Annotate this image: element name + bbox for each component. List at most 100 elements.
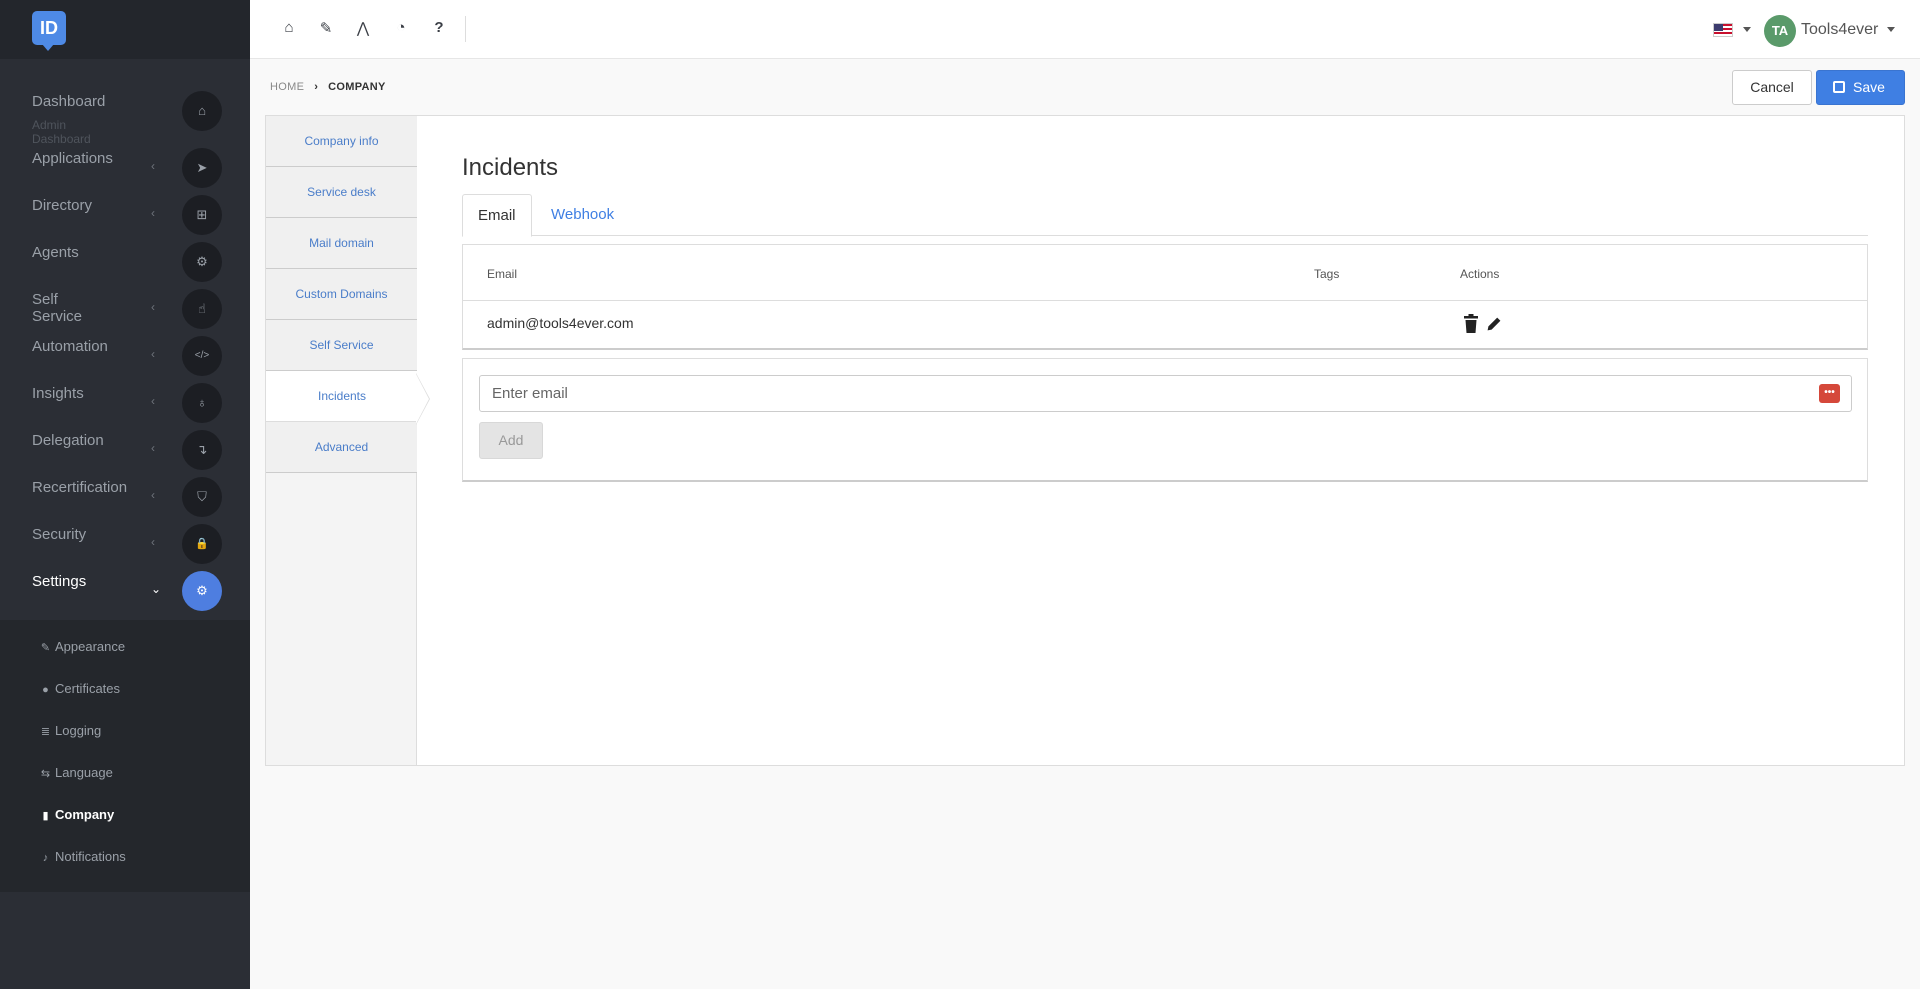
breadcrumb-home[interactable]: HOME bbox=[270, 81, 304, 93]
sidebar-item-label: Applications bbox=[32, 150, 113, 167]
sidebar-item-label: Directory bbox=[32, 197, 93, 214]
lightbulb-icon: ♁ bbox=[182, 383, 222, 423]
breadcrumb-current: COMPANY bbox=[328, 81, 386, 93]
sidebar-item-sublabel: Admin Dashboard bbox=[32, 118, 91, 146]
caret-down-icon[interactable] bbox=[1887, 27, 1895, 32]
home-icon[interactable]: ⌂ bbox=[280, 19, 298, 36]
trash-icon[interactable] bbox=[1463, 314, 1479, 334]
help-icon[interactable]: ? bbox=[430, 19, 448, 36]
save-button[interactable]: Save bbox=[1816, 70, 1905, 105]
save-button-label: Save bbox=[1853, 79, 1885, 95]
column-header-tags: Tags bbox=[1314, 267, 1340, 281]
chevron-left-icon: ‹ bbox=[151, 300, 155, 314]
network-icon[interactable]: ⋀ bbox=[354, 19, 372, 37]
database-icon: ≣ bbox=[40, 726, 51, 738]
chevron-left-icon: ‹ bbox=[151, 206, 155, 220]
email-input[interactable] bbox=[479, 375, 1852, 412]
paintbrush-icon: ✎ bbox=[40, 642, 51, 654]
pie-chart-icon[interactable]: ◔ bbox=[392, 19, 410, 36]
subtab-service-desk[interactable]: Service desk bbox=[266, 167, 417, 218]
incident-tabs: Email Webhook bbox=[462, 194, 1868, 237]
cogs-icon: ⚙ bbox=[182, 242, 222, 282]
subnav-item-company[interactable]: ▮ Company bbox=[40, 807, 114, 822]
settings-subnav: ✎ Appearance ● Certificates ≣ Logging ⇆ Lang… bbox=[0, 620, 250, 892]
subnav-item-notifications[interactable]: ♪ Notifications bbox=[40, 849, 126, 864]
company-settings-panel: Company info Service desk Mail domain Cu… bbox=[265, 115, 1905, 766]
page-title: Incidents bbox=[462, 154, 559, 181]
column-header-email: Email bbox=[487, 267, 518, 281]
subnav-item-label: Appearance bbox=[55, 639, 126, 654]
breadcrumb: HOME › COMPANY bbox=[270, 81, 386, 93]
chevron-left-icon: ‹ bbox=[151, 394, 155, 408]
add-button[interactable]: Add bbox=[479, 422, 543, 459]
subnav-item-label: Logging bbox=[55, 723, 102, 738]
subnav-item-label: Certificates bbox=[55, 681, 121, 696]
subtab-advanced[interactable]: Advanced bbox=[266, 422, 417, 473]
sidebar-item-label: Delegation bbox=[32, 432, 104, 449]
email-table: Email Tags Actions admin@tools4ever.com bbox=[462, 244, 1868, 350]
us-flag-icon[interactable] bbox=[1713, 23, 1733, 37]
subnav-item-appearance[interactable]: ✎ Appearance bbox=[40, 639, 125, 654]
chevron-left-icon: ‹ bbox=[151, 488, 155, 502]
sidebar-item-label: Settings bbox=[32, 573, 87, 590]
sitemap-icon: ⊞ bbox=[182, 195, 222, 235]
bell-icon: ♪ bbox=[42, 852, 49, 864]
subtab-custom-domains[interactable]: Custom Domains bbox=[266, 269, 417, 320]
subnav-item-label: Notifications bbox=[55, 849, 126, 864]
sidebar-item-label: Agents bbox=[32, 244, 79, 261]
subnav-item-logging[interactable]: ≣ Logging bbox=[40, 723, 101, 738]
table-row-divider bbox=[463, 300, 1867, 301]
sidebar-item-label: Recertification bbox=[32, 479, 128, 496]
rocket-icon: ➤ bbox=[182, 148, 222, 188]
app-logo[interactable]: ID bbox=[32, 11, 66, 51]
gear-icon: ⚙ bbox=[182, 571, 222, 611]
subtab-company-info[interactable]: Company info bbox=[266, 116, 417, 167]
pencil-icon[interactable] bbox=[1486, 314, 1502, 334]
user-name[interactable]: Tools4ever bbox=[1801, 21, 1878, 39]
email-cell: admin@tools4ever.com bbox=[487, 315, 634, 331]
tab-email[interactable]: Email bbox=[462, 194, 532, 237]
certificate-icon: ● bbox=[42, 684, 49, 696]
shield-icon: ⛉ bbox=[182, 477, 222, 517]
subtab-incidents[interactable]: Incidents bbox=[266, 371, 418, 422]
lock-icon: 🔒 bbox=[182, 524, 222, 564]
code-icon: </> bbox=[182, 336, 222, 376]
sidebar: ID Dashboard Admin Dashboard ⌂ Applicati… bbox=[0, 0, 250, 989]
avatar[interactable]: TA bbox=[1764, 15, 1796, 47]
chevron-left-icon: ‹ bbox=[151, 441, 155, 455]
toolbar-divider bbox=[465, 16, 466, 42]
subnav-item-label: Language bbox=[55, 765, 113, 780]
chevron-left-icon: ‹ bbox=[151, 159, 155, 173]
language-icon: ⇆ bbox=[40, 768, 51, 780]
chevron-left-icon: ‹ bbox=[151, 347, 155, 361]
sidebar-item-label: Automation bbox=[32, 338, 108, 355]
chevron-right-icon: › bbox=[314, 81, 319, 93]
hand-pointer-icon: ☝ bbox=[182, 289, 222, 329]
wrench-icon[interactable]: ✎ bbox=[317, 19, 335, 37]
subtab-mail-domain[interactable]: Mail domain bbox=[266, 218, 417, 269]
chevron-left-icon: ‹ bbox=[151, 535, 155, 549]
company-subtabs: Company info Service desk Mail domain Cu… bbox=[266, 116, 418, 765]
sidebar-header: ID bbox=[0, 0, 250, 59]
caret-down-icon[interactable] bbox=[1743, 27, 1751, 32]
subnav-item-certificates[interactable]: ● Certificates bbox=[40, 681, 120, 696]
floppy-disk-icon bbox=[1833, 81, 1845, 93]
sidebar-item-label: Security bbox=[32, 526, 87, 543]
home-icon: ⌂ bbox=[182, 91, 222, 131]
sidebar-item-label: Self Service bbox=[32, 291, 83, 325]
subnav-item-language[interactable]: ⇆ Language bbox=[40, 765, 113, 780]
sidebar-item-label: Insights bbox=[32, 385, 84, 402]
level-down-icon: ↴ bbox=[182, 430, 222, 470]
chevron-down-icon: ⌄ bbox=[151, 582, 162, 596]
add-email-form: ••• Add bbox=[462, 358, 1868, 482]
sidebar-item-label: Dashboard bbox=[32, 93, 106, 110]
column-header-actions: Actions bbox=[1460, 267, 1500, 281]
subnav-item-label: Company bbox=[55, 807, 115, 822]
active-subtab-pointer bbox=[416, 373, 430, 425]
building-icon: ▮ bbox=[42, 810, 49, 822]
cancel-button[interactable]: Cancel bbox=[1732, 70, 1812, 105]
top-bar: ⌂ ✎ ⋀ ◔ ? TA Tools4ever bbox=[250, 0, 1920, 59]
subtab-self-service[interactable]: Self Service bbox=[266, 320, 417, 371]
password-manager-icon[interactable]: ••• bbox=[1819, 384, 1840, 403]
tab-webhook[interactable]: Webhook bbox=[536, 194, 629, 236]
